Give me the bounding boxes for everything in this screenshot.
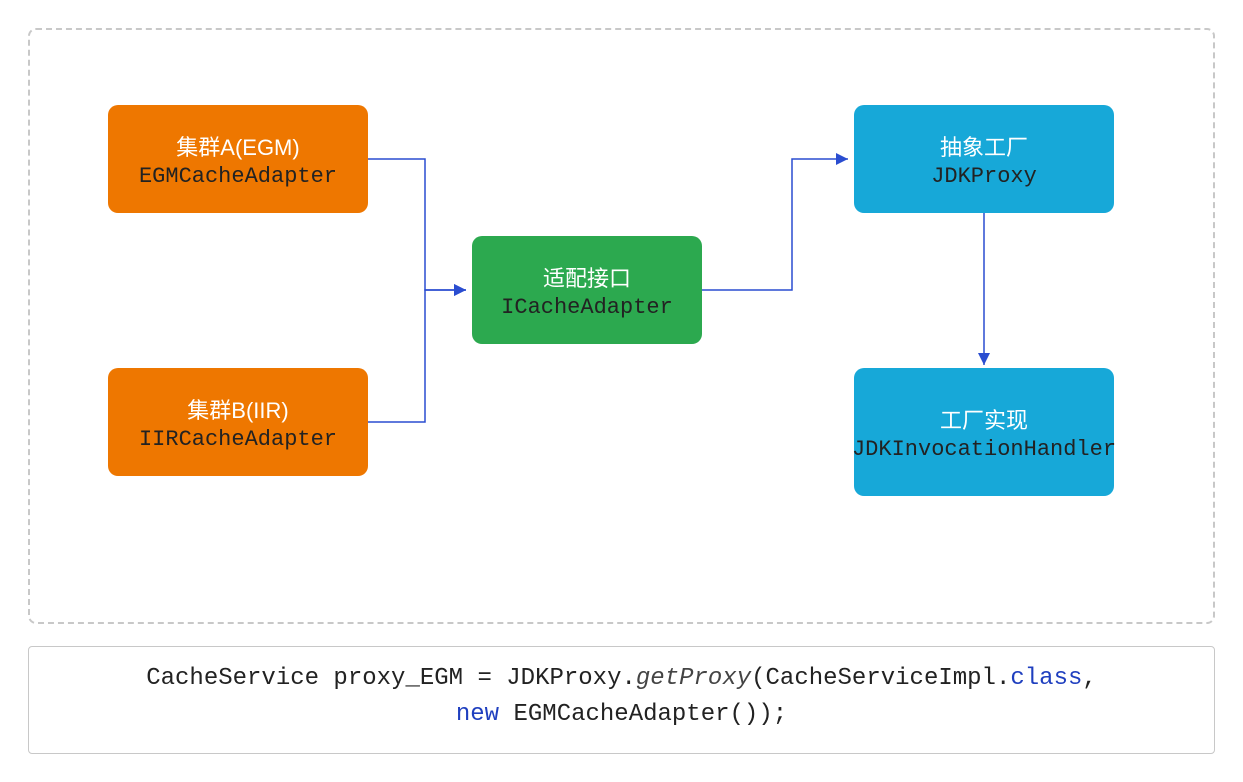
node-impl-title: 工厂实现: [940, 403, 1028, 435]
code-part-1: CacheService proxy_EGM = JDKProxy.: [146, 665, 636, 692]
node-cluster-b-title: 集群B(IIR): [187, 393, 288, 425]
code-snippet: CacheService proxy_EGM = JDKProxy.getPro…: [28, 646, 1215, 754]
node-factory-subtitle: JDKProxy: [931, 164, 1037, 189]
code-part-getproxy: getProxy: [636, 665, 751, 692]
diagram-container: 集群A(EGM) EGMCacheAdapter 集群B(IIR) IIRCac…: [28, 28, 1215, 624]
arrow-clusterA-to-adapter: [368, 159, 466, 290]
node-cluster-a-title: 集群A(EGM): [176, 130, 299, 162]
code-part-4: ,: [1082, 665, 1096, 692]
node-cluster-b-subtitle: IIRCacheAdapter: [139, 427, 337, 452]
node-cluster-a: 集群A(EGM) EGMCacheAdapter: [108, 105, 368, 213]
code-part-3: (CacheServiceImpl.: [751, 665, 1010, 692]
node-impl: 工厂实现 JDKInvocationHandler: [854, 368, 1114, 496]
node-cluster-b: 集群B(IIR) IIRCacheAdapter: [108, 368, 368, 476]
arrow-clusterB-to-adapter: [368, 290, 466, 422]
node-adapter-title: 适配接口: [543, 261, 631, 293]
arrow-adapter-to-factory: [702, 159, 848, 290]
code-keyword-new: new: [456, 701, 499, 728]
node-adapter-subtitle: ICacheAdapter: [501, 295, 673, 320]
node-adapter: 适配接口 ICacheAdapter: [472, 236, 702, 344]
node-cluster-a-subtitle: EGMCacheAdapter: [139, 164, 337, 189]
node-impl-subtitle: JDKInvocationHandler: [852, 437, 1116, 462]
code-part-5: EGMCacheAdapter());: [499, 701, 787, 728]
node-factory: 抽象工厂 JDKProxy: [854, 105, 1114, 213]
node-factory-title: 抽象工厂: [940, 130, 1028, 162]
code-keyword-class: class: [1010, 665, 1082, 692]
